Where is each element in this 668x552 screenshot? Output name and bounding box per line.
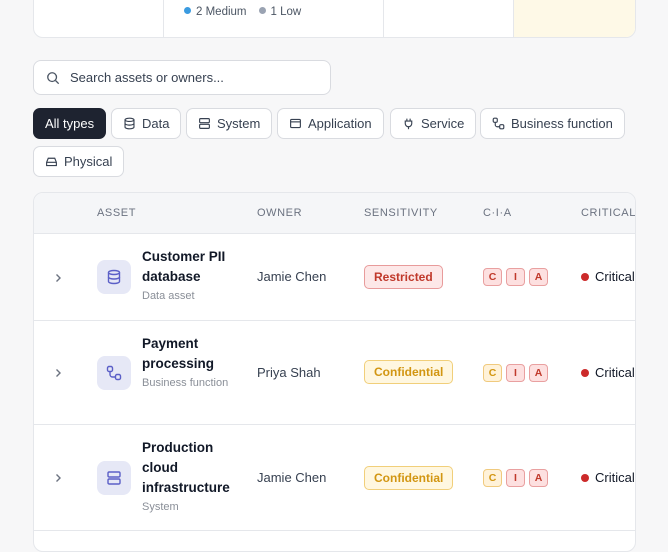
filter-label: System: [217, 116, 261, 131]
column-header-asset[interactable]: ASSET: [97, 207, 136, 219]
criticality-dot: [581, 473, 589, 482]
cia-indicators: C I A: [483, 268, 548, 286]
filter-label: All types: [45, 116, 95, 131]
column-header-owner[interactable]: OWNER: [257, 207, 302, 219]
asset-name-block: Production cloud infrastructure System: [142, 438, 242, 516]
filter-label: Data: [142, 116, 170, 131]
asset-type-icon: [97, 260, 131, 294]
chevron-right-icon[interactable]: [52, 367, 64, 379]
criticality-dot: [581, 368, 589, 377]
criticality-label: Critical: [595, 365, 635, 380]
filter-label: Business function: [511, 116, 613, 131]
criticality-dot: [581, 272, 589, 281]
asset-type-icon: [97, 356, 131, 390]
search-icon: [47, 71, 60, 84]
workflow-icon: [106, 365, 122, 381]
criticality-label: Critical: [595, 470, 635, 485]
hard-drive-icon: [46, 157, 57, 167]
chevron-right-icon[interactable]: [52, 272, 64, 284]
cia-confidentiality: C: [483, 268, 502, 286]
filter-data[interactable]: Data: [111, 108, 182, 139]
filter-label: Application: [308, 116, 372, 131]
search-box[interactable]: [33, 60, 331, 95]
column-header-cia[interactable]: C·I·A: [483, 207, 512, 219]
table-row[interactable]: Payment processing Business function Pri…: [34, 321, 635, 425]
asset-type: System: [142, 501, 179, 513]
asset-type: Data asset: [142, 290, 195, 302]
cia-confidentiality: C: [483, 364, 502, 382]
filter-service[interactable]: Service: [390, 108, 477, 139]
asset-name-block: Payment processing Business function: [142, 334, 242, 392]
filter-application[interactable]: Application: [277, 108, 384, 139]
asset-name[interactable]: Customer PII database: [142, 247, 242, 287]
severity-legend: 2 Medium 1 Low: [184, 6, 301, 18]
cia-availability: A: [529, 268, 548, 286]
assets-table: ASSET OWNER SENSITIVITY C·I·A CRITICALIT…: [33, 192, 636, 552]
asset-owner: Jamie Chen: [257, 470, 327, 485]
filter-physical[interactable]: Physical: [33, 146, 125, 177]
filter-label: Service: [421, 116, 465, 131]
column-header-sensitivity[interactable]: SENSITIVITY: [364, 207, 438, 219]
criticality-value: Critical: [581, 269, 635, 284]
legend-item-low: 1 Low: [258, 6, 301, 18]
database-icon: [124, 117, 135, 130]
search-input[interactable]: [70, 70, 310, 85]
filter-label: Physical: [64, 154, 113, 169]
sensitivity-badge: Restricted: [364, 265, 443, 289]
criticality-value: Critical: [581, 365, 635, 380]
cia-indicators: C I A: [483, 469, 548, 487]
server-icon: [107, 471, 121, 485]
column-header-criticality[interactable]: CRITICALITY: [581, 207, 635, 219]
cia-indicators: C I A: [483, 364, 548, 382]
summary-column: 2 Medium 1 Low: [164, 0, 384, 37]
server-icon: [199, 118, 210, 129]
cia-integrity: I: [506, 469, 525, 487]
asset-name-block: Customer PII database Data asset: [142, 247, 242, 305]
asset-owner: Jamie Chen: [257, 269, 327, 284]
criticality-value: Critical: [581, 470, 635, 485]
criticality-label: Critical: [595, 269, 635, 284]
cia-availability: A: [529, 469, 548, 487]
sensitivity-badge: Confidential: [364, 360, 454, 384]
summary-column-highlight: [514, 0, 635, 37]
window-icon: [290, 118, 301, 129]
asset-type-icon: [97, 461, 131, 495]
workflow-icon: [492, 117, 505, 130]
legend-item-medium: 2 Medium: [184, 6, 247, 18]
chevron-right-icon[interactable]: [52, 472, 64, 484]
asset-name[interactable]: Payment processing: [142, 334, 242, 374]
asset-type: Business function: [142, 377, 229, 389]
plug-icon: [404, 118, 413, 130]
database-icon: [107, 269, 121, 285]
filter-system[interactable]: System: [186, 108, 273, 139]
cia-integrity: I: [506, 268, 525, 286]
cia-availability: A: [529, 364, 548, 382]
cia-confidentiality: C: [483, 469, 502, 487]
filter-business-function[interactable]: Business function: [480, 108, 625, 139]
cia-integrity: I: [506, 364, 525, 382]
table-row[interactable]: Production cloud infrastructure System J…: [34, 425, 635, 531]
risk-summary-card: 2 Medium 1 Low: [33, 0, 636, 38]
sensitivity-badge: Confidential: [364, 466, 454, 490]
asset-owner: Priya Shah: [257, 365, 321, 380]
asset-name[interactable]: Production cloud infrastructure: [142, 438, 242, 498]
summary-column: [34, 0, 164, 37]
table-row[interactable]: Customer PII database Data asset Jamie C…: [34, 234, 635, 321]
table-header: ASSET OWNER SENSITIVITY C·I·A CRITICALIT…: [34, 193, 635, 234]
filter-all-types[interactable]: All types: [33, 108, 107, 139]
summary-column: [384, 0, 514, 37]
